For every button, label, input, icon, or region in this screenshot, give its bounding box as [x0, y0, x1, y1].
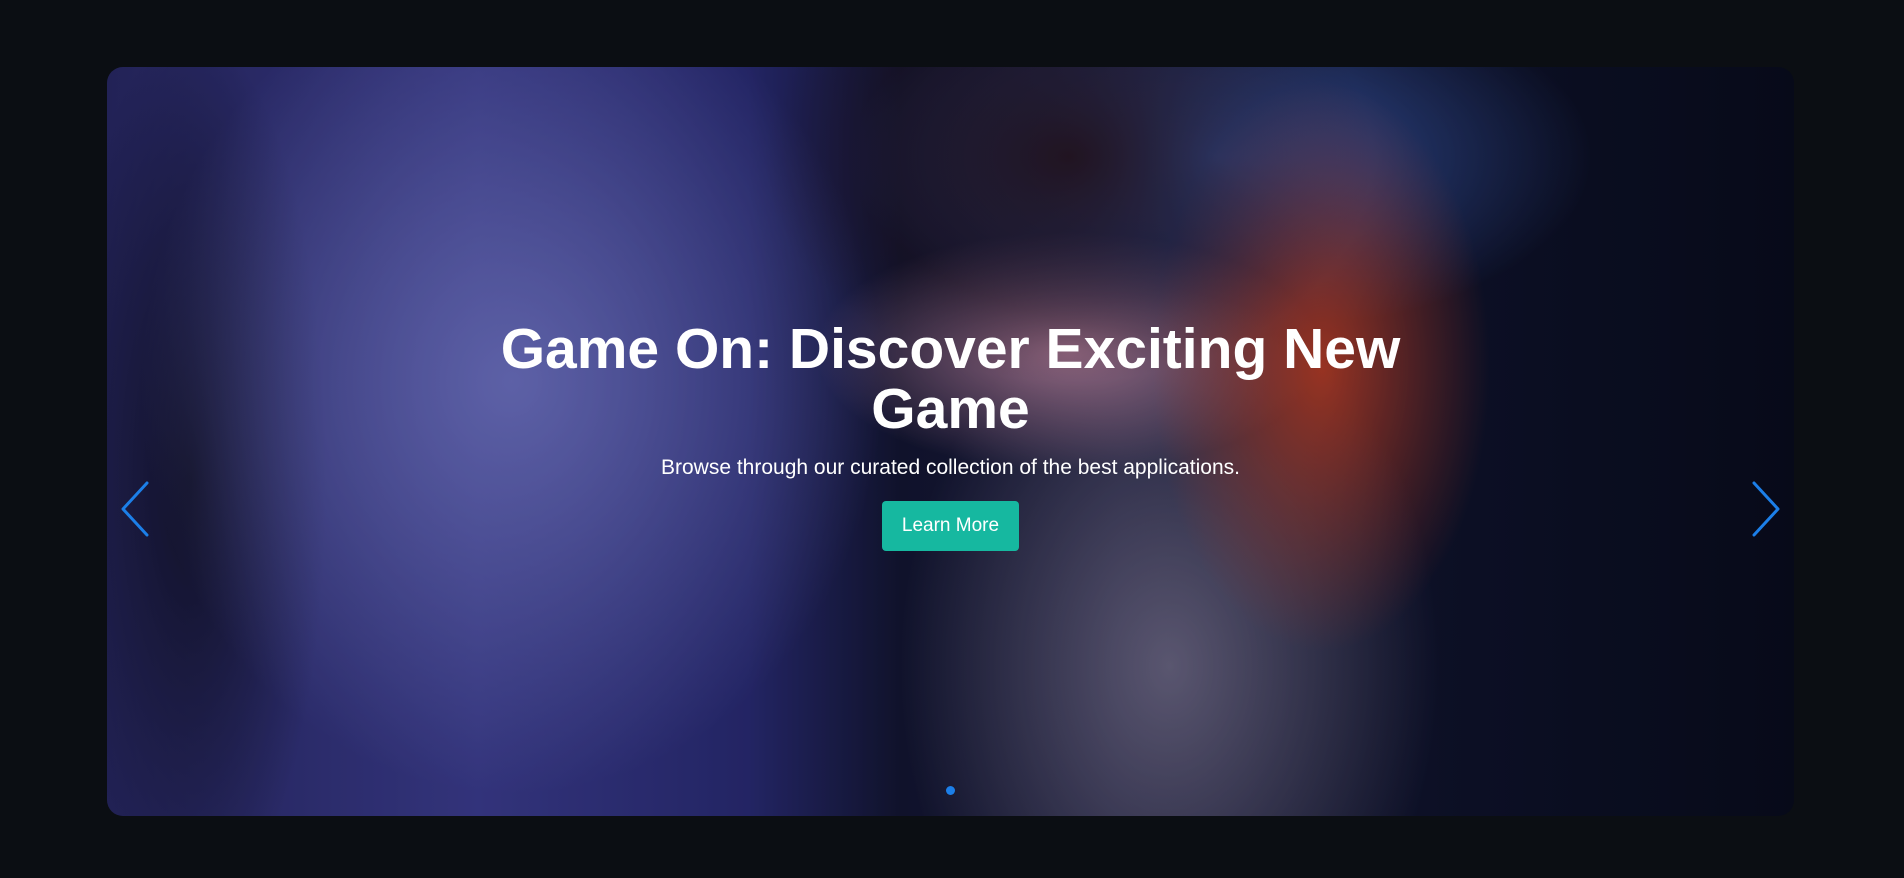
chevron-right-icon — [1752, 481, 1780, 537]
page: Game On: Discover Exciting New Game Brow… — [0, 0, 1904, 878]
hero-carousel: Game On: Discover Exciting New Game Brow… — [107, 67, 1794, 816]
carousel-next-button[interactable] — [1744, 477, 1784, 541]
hero-title: Game On: Discover Exciting New Game — [500, 317, 1401, 441]
hero-content: Game On: Discover Exciting New Game Brow… — [107, 319, 1794, 551]
learn-more-button[interactable]: Learn More — [881, 501, 1020, 551]
carousel-indicators — [107, 782, 1794, 800]
carousel-dot[interactable] — [946, 786, 955, 795]
hero-subtitle: Browse through our curated collection of… — [660, 456, 1240, 479]
